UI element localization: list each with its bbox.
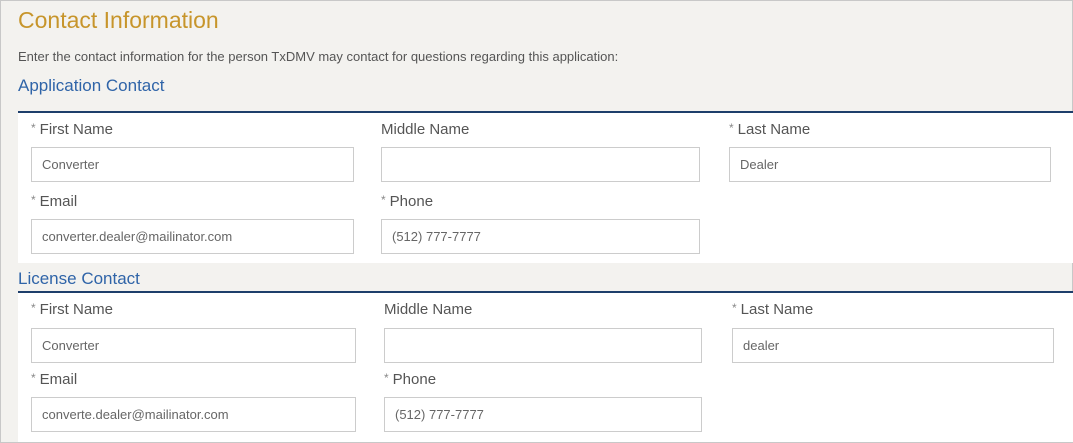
lic-phone-label: * Phone — [384, 371, 437, 388]
app-phone-label: * Phone — [381, 193, 434, 210]
app-middle-name-label: Middle Name — [381, 121, 470, 138]
contact-information-form: Contact Information Enter the contact in… — [0, 0, 1073, 443]
required-marker: * — [31, 301, 36, 315]
app-last-name-label: * Last Name — [729, 121, 811, 138]
required-marker: * — [732, 301, 737, 315]
lic-middle-name-label: Middle Name — [384, 301, 473, 318]
lic-phone-input[interactable] — [384, 397, 702, 432]
required-marker: * — [31, 193, 36, 207]
required-marker: * — [31, 121, 36, 135]
app-last-name-input[interactable] — [729, 147, 1051, 182]
lic-last-name-input[interactable] — [732, 328, 1054, 363]
app-phone-input[interactable] — [381, 219, 700, 254]
lic-email-input[interactable] — [31, 397, 356, 432]
app-first-name-label: * First Name — [31, 121, 114, 138]
required-marker: * — [729, 121, 734, 135]
required-marker: * — [381, 193, 386, 207]
license-contact-heading: License Contact — [18, 269, 140, 288]
app-first-name-input[interactable] — [31, 147, 354, 182]
lic-first-name-input[interactable] — [31, 328, 356, 363]
required-marker: * — [31, 371, 36, 385]
form-description: Enter the contact information for the pe… — [18, 49, 619, 64]
app-middle-name-input[interactable] — [381, 147, 700, 182]
required-marker: * — [384, 371, 389, 385]
app-email-input[interactable] — [31, 219, 354, 254]
lic-middle-name-input[interactable] — [384, 328, 702, 363]
lic-email-label: * Email — [31, 371, 78, 388]
page-title: Contact Information — [18, 7, 219, 33]
lic-last-name-label: * Last Name — [732, 301, 814, 318]
lic-first-name-label: * First Name — [31, 301, 114, 318]
app-email-label: * Email — [31, 193, 78, 210]
application-contact-heading: Application Contact — [18, 76, 165, 95]
